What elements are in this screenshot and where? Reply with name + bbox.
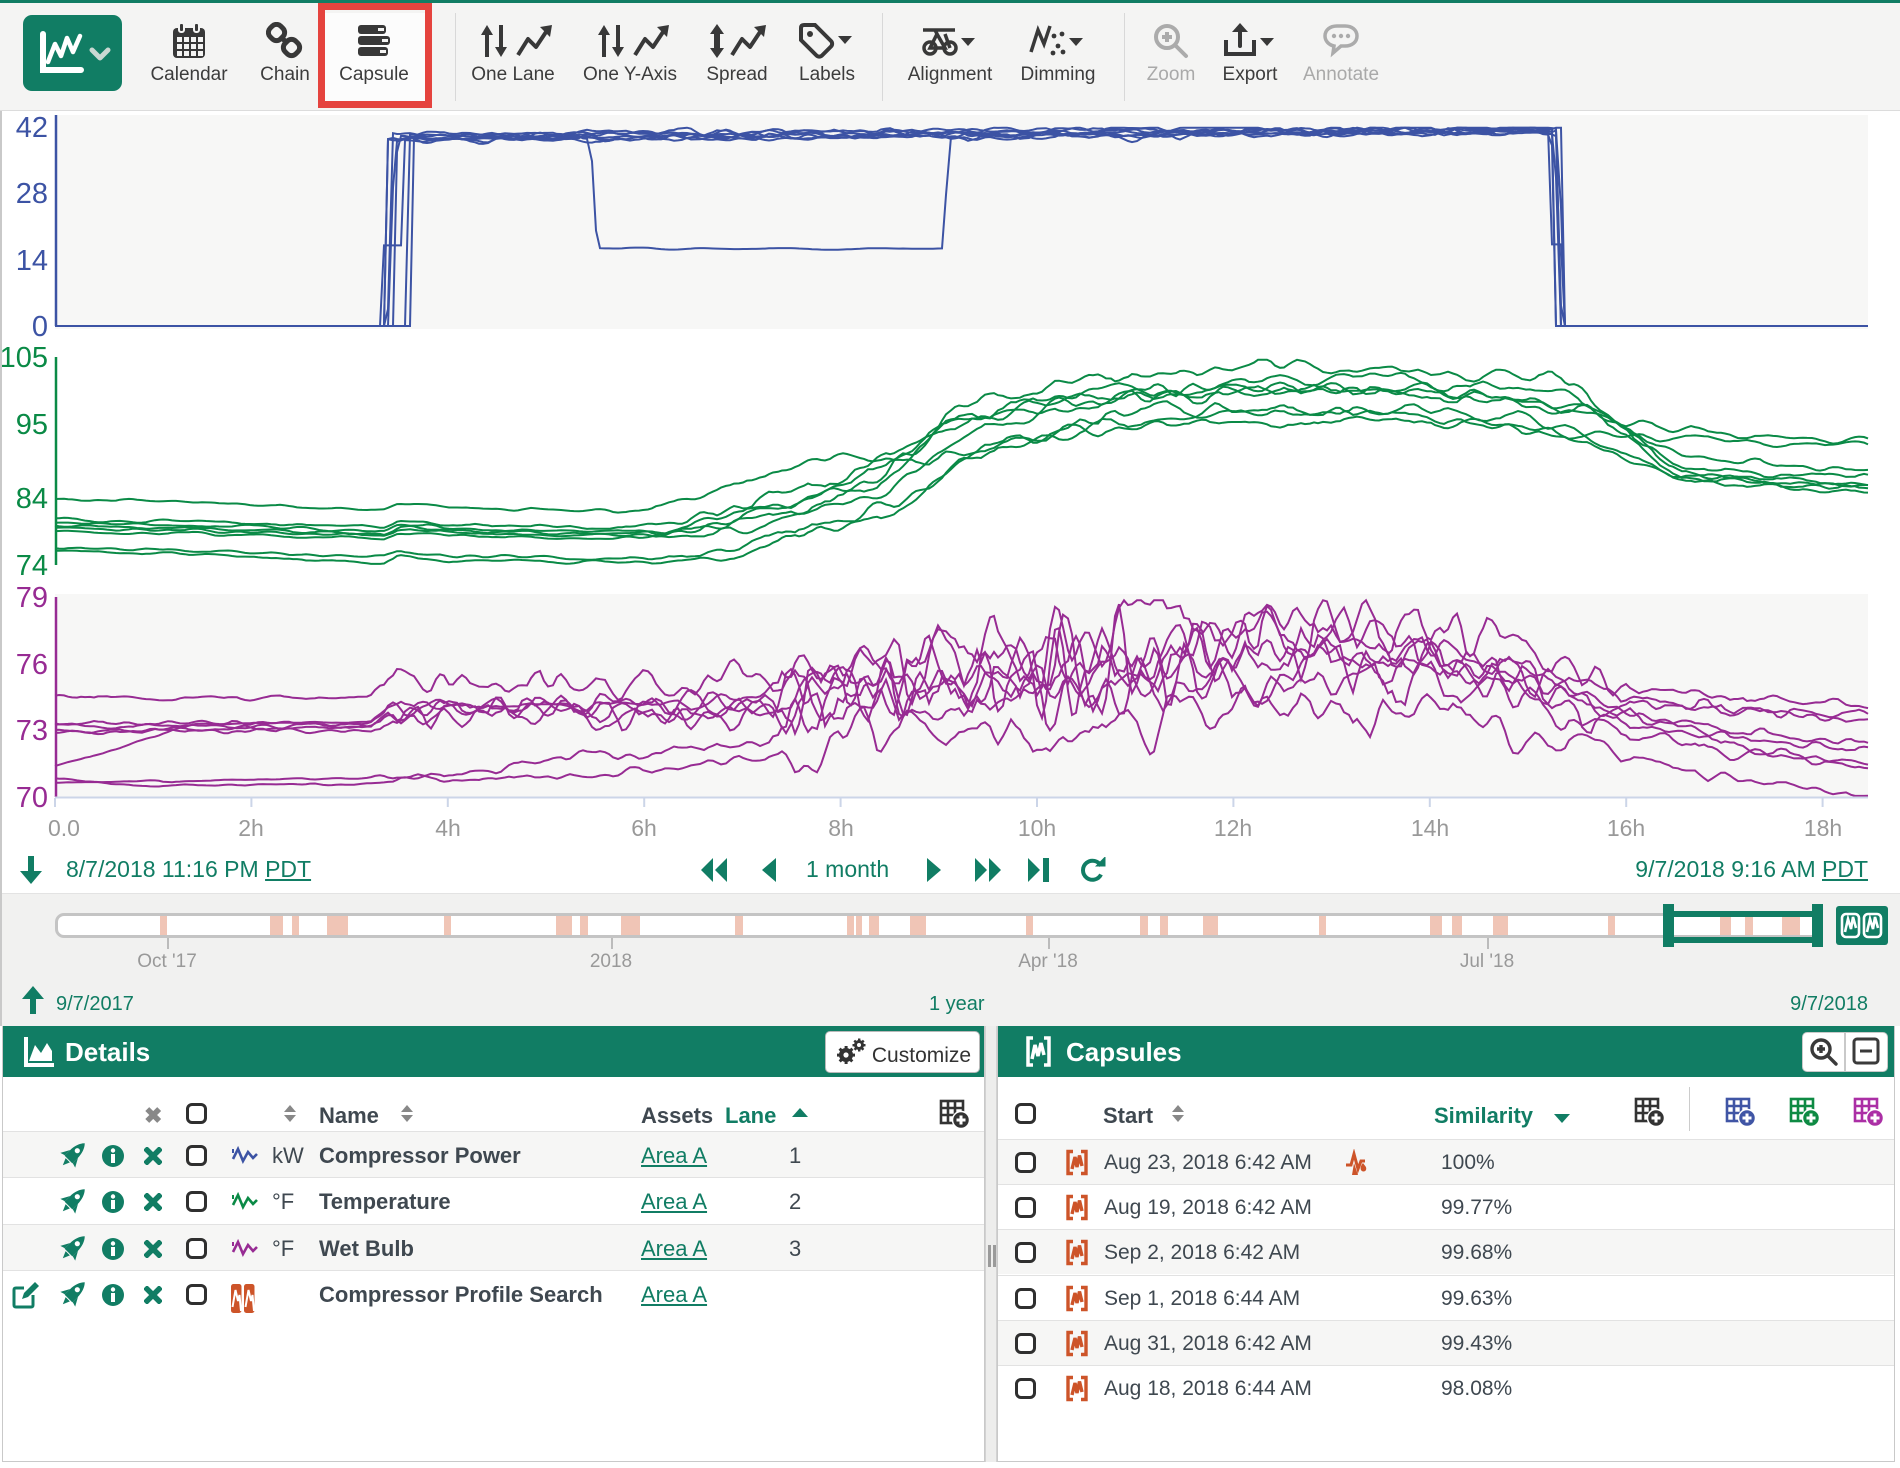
svg-text:6h: 6h [631,815,657,841]
svg-text:95: 95 [16,409,48,441]
svg-text:105: 105 [0,342,48,374]
svg-text:10h: 10h [1018,815,1056,841]
svg-text:12h: 12h [1214,815,1252,841]
svg-text:73: 73 [16,715,48,747]
svg-text:0: 0 [32,311,48,343]
svg-text:0.0: 0.0 [48,815,80,841]
svg-text:14h: 14h [1411,815,1449,841]
svg-text:74: 74 [16,550,48,582]
svg-text:2h: 2h [238,815,264,841]
svg-text:8h: 8h [828,815,854,841]
svg-text:76: 76 [16,649,48,681]
svg-text:18h: 18h [1804,815,1842,841]
svg-text:4h: 4h [435,815,461,841]
svg-text:28: 28 [16,178,48,210]
svg-text:14: 14 [16,245,48,277]
svg-text:79: 79 [16,582,48,614]
svg-text:84: 84 [16,483,48,515]
svg-text:70: 70 [16,782,48,814]
svg-text:42: 42 [16,112,48,144]
svg-text:16h: 16h [1607,815,1645,841]
